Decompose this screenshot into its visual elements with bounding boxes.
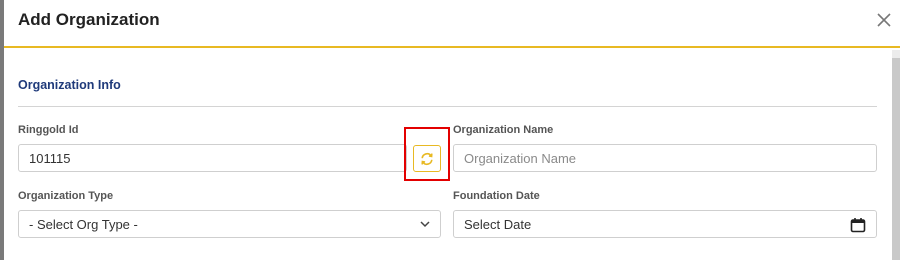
section-title: Organization Info — [18, 78, 121, 92]
modal-title: Add Organization — [18, 10, 160, 29]
calendar-icon[interactable] — [850, 217, 866, 233]
ringgold-id-label: Ringgold Id — [18, 124, 79, 136]
organization-name-placeholder: Organization Name — [464, 150, 576, 166]
close-icon — [877, 13, 891, 27]
foundation-date-label: Foundation Date — [453, 190, 540, 202]
modal-body: Organization Info Ringgold Id 101115 Org… — [4, 50, 892, 260]
modal-header: Add Organization — [4, 0, 900, 48]
close-button[interactable] — [876, 12, 892, 28]
scrollbar-thumb[interactable] — [892, 58, 900, 260]
chevron-down-icon — [420, 221, 430, 228]
refresh-ringgold-button[interactable] — [413, 145, 441, 172]
foundation-date-input[interactable]: Select Date — [453, 210, 877, 238]
ringgold-id-input[interactable]: 101115 — [18, 144, 407, 172]
refresh-icon — [421, 152, 433, 165]
organization-type-value: - Select Org Type - — [29, 216, 138, 232]
organization-name-input[interactable]: Organization Name — [453, 144, 877, 172]
organization-type-label: Organization Type — [18, 190, 114, 202]
ringgold-id-value: 101115 — [29, 150, 71, 166]
foundation-date-placeholder: Select Date — [464, 216, 532, 232]
organization-name-label: Organization Name — [453, 124, 554, 136]
section-divider — [18, 106, 877, 107]
organization-type-select[interactable]: - Select Org Type - — [18, 210, 441, 238]
